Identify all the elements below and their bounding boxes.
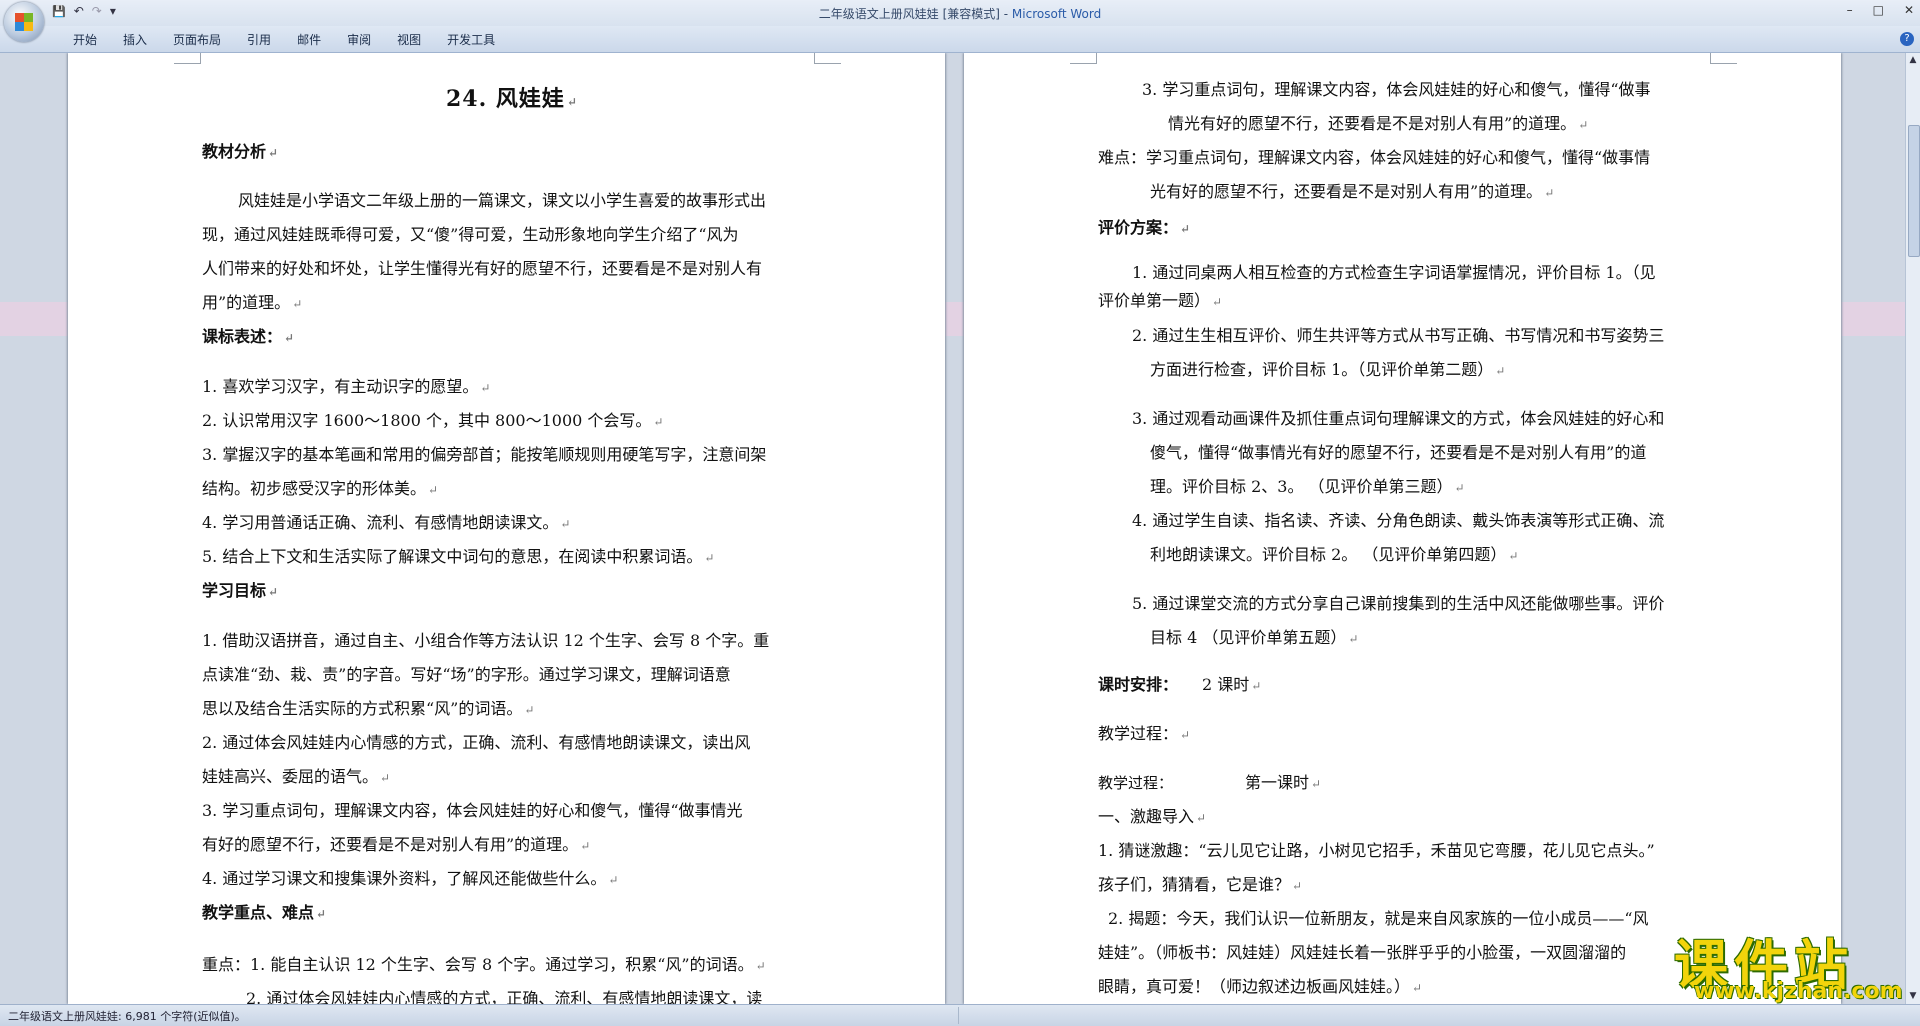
body-line: 5. 结合上下文和生活实际了解课文中词句的意思，在阅读中积累词语。 ↵ bbox=[202, 547, 715, 566]
body-line: 教学过程： bbox=[1098, 774, 1174, 792]
heading-line: 评价方案： ↵ bbox=[1098, 218, 1191, 237]
body-line: 4. 学习用普通话正确、流利、有感情地朗读课文。 ↵ bbox=[202, 513, 571, 532]
body-line: 有好的愿望不行，还要看是不是对别人有用”的道理。 ↵ bbox=[202, 835, 591, 854]
office-logo-icon bbox=[15, 13, 33, 31]
body-line: 孩子们，猜猜看，它是谁？ ↵ bbox=[1098, 875, 1303, 894]
tab-developer[interactable]: 开发工具 bbox=[434, 31, 508, 49]
body-line: 1. 喜欢学习汉字，有主动识字的愿望。 ↵ bbox=[202, 377, 491, 396]
body-line: 重点：1. 能自主认识 12 个生字、会写 8 个字。通过学习，积累“风”的词语… bbox=[202, 955, 766, 974]
body-line: 2. 通过体会风娃娃内心情感的方式，正确、流利、有感情地朗读课文，读出风 bbox=[202, 733, 751, 752]
title-bar: 💾 ↶ ↷ ▾ 二年级语文上册风娃娃 [兼容模式] - Microsoft Wo… bbox=[0, 0, 1920, 26]
body-line: 情光有好的愿望不行，还要看是不是对别人有用”的道理。 ↵ bbox=[1168, 114, 1589, 133]
document-page-2[interactable]: 3. 学习重点词句，理解课文内容，体会风娃娃的好心和傻气，懂得“做事 情光有好的… bbox=[964, 53, 1841, 1004]
status-text: 二年级语文上册风娃娃: 6,981 个字符(近似值)。 bbox=[8, 1010, 246, 1023]
body-line: 点读准“劲、栽、责”的字音。写好“场”的字形。通过学习课文，理解词语意 bbox=[202, 665, 731, 684]
body-line: 2 课时 ↵ bbox=[1202, 675, 1262, 694]
body-line: 2. 认识常用汉字 1600～1800 个，其中 800～1000 个会写。 ↵ bbox=[202, 411, 664, 430]
body-line: 第一课时 ↵ bbox=[1245, 773, 1322, 792]
body-line: 思以及结合生活实际的方式积累“风”的词语。 ↵ bbox=[202, 699, 535, 718]
help-icon[interactable]: ? bbox=[1900, 32, 1914, 46]
body-line: 现，通过风娃娃既乖得可爱，又“傻”得可爱，生动形象地向学生介绍了“风为 bbox=[202, 225, 739, 244]
tab-review[interactable]: 审阅 bbox=[334, 31, 384, 49]
window-title: 二年级语文上册风娃娃 [兼容模式] - Microsoft Word bbox=[0, 5, 1920, 22]
tab-view[interactable]: 视图 bbox=[384, 31, 434, 49]
page-title: 24. 风娃娃 ↵ bbox=[446, 86, 578, 112]
heading-line: 教材分析 ↵ bbox=[202, 142, 279, 161]
document-title: 二年级语文上册风娃娃 [兼容模式] - bbox=[818, 7, 1012, 21]
body-line: 2. 揭题：今天，我们认识一位新朋友，就是来自风家族的一位小成员——“风 bbox=[1108, 909, 1649, 928]
margin-corner-mark bbox=[814, 53, 841, 64]
body-line: 5. 通过课堂交流的方式分享自己课前搜集到的生活中风还能做哪些事。评价 bbox=[1132, 594, 1665, 613]
body-line: 教学过程： ↵ bbox=[1098, 724, 1191, 743]
body-line: 一、激趣导入 ↵ bbox=[1098, 807, 1207, 826]
margin-corner-mark bbox=[1710, 53, 1737, 64]
body-line: 理。评价目标 2、3。 （见评价单第三题） ↵ bbox=[1150, 477, 1465, 496]
window-controls: – □ ✕ bbox=[1847, 3, 1914, 17]
body-line: 评价单第一题） ↵ bbox=[1098, 291, 1223, 310]
body-line: 2. 通过生生相互评价、师生共评等方式从书写正确、书写情况和书写姿势三 bbox=[1132, 326, 1665, 345]
heading-line: 教学重点、难点 ↵ bbox=[202, 903, 327, 922]
heading-line: 课时安排： bbox=[1098, 675, 1179, 694]
body-line: 3. 学习重点词句，理解课文内容，体会风娃娃的好心和傻气，懂得“做事 bbox=[1142, 80, 1651, 99]
status-bar: 二年级语文上册风娃娃: 6,981 个字符(近似值)。 bbox=[0, 1004, 1920, 1026]
margin-corner-mark bbox=[1070, 53, 1097, 64]
body-line: 3. 掌握汉字的基本笔画和常用的偏旁部首；能按笔顺规则用硬笔写字，注意间架 bbox=[202, 445, 767, 464]
body-line: 4. 通过学生自读、指名读、齐读、分角色朗读、戴头饰表演等形式正确、流 bbox=[1132, 511, 1665, 530]
ribbon-tabs: 开始 插入 页面布局 引用 邮件 审阅 视图 开发工具 bbox=[60, 31, 508, 49]
body-line: 娃娃”。（师板书：风娃娃）风娃娃长着一张胖乎乎的小脸蛋，一双圆溜溜的 bbox=[1098, 943, 1627, 962]
body-line: 4. 通过学习课文和搜集课外资料，了解风还能做些什么。 ↵ bbox=[202, 869, 619, 888]
body-line: 人们带来的好处和坏处，让学生懂得光有好的愿望不行，还要看是不是对别人有 bbox=[202, 259, 763, 278]
body-line: 娃娃高兴、委屈的语气。 ↵ bbox=[202, 767, 391, 786]
tab-references[interactable]: 引用 bbox=[234, 31, 284, 49]
heading-line: 课标表述： ↵ bbox=[202, 327, 295, 346]
body-line: 利地朗读课文。评价目标 2。 （见评价单第四题） ↵ bbox=[1150, 545, 1519, 564]
body-line: 3. 通过观看动画课件及抓住重点词句理解课文的方式，体会风娃娃的好心和 bbox=[1132, 409, 1665, 428]
maximize-button[interactable]: □ bbox=[1873, 3, 1884, 17]
status-divider bbox=[958, 1007, 959, 1024]
tab-mailings[interactable]: 邮件 bbox=[284, 31, 334, 49]
body-line: 傻气，懂得“做事情光有好的愿望不行，还要看是不是对别人有用”的道 bbox=[1150, 443, 1647, 462]
scroll-up-icon[interactable]: ▲ bbox=[1906, 55, 1920, 67]
body-line: 1. 猜谜激趣：“云儿见它让路，小树见它招手，禾苗见它弯腰，花儿见它点头。” bbox=[1098, 841, 1655, 860]
watermark-logo: 课件站 www.kjzhan.com bbox=[1668, 921, 1908, 1011]
document-page-1[interactable]: 24. 风娃娃 ↵ 教材分析 ↵ 风娃娃是小学语文二年级上册的一篇课文，课文以小学生… bbox=[68, 53, 945, 1004]
body-line: 光有好的愿望不行，还要看是不是对别人有用”的道理。 ↵ bbox=[1150, 182, 1555, 201]
margin-corner-mark bbox=[174, 53, 201, 64]
body-line: 风娃娃是小学语文二年级上册的一篇课文，课文以小学生喜爱的故事形式出 bbox=[238, 191, 767, 210]
document-workspace: 24. 风娃娃 ↵ 教材分析 ↵ 风娃娃是小学语文二年级上册的一篇课文，课文以小学生… bbox=[0, 53, 1906, 1004]
heading-line: 学习目标 ↵ bbox=[202, 581, 279, 600]
body-line: 3. 学习重点词句，理解课文内容，体会风娃娃的好心和傻气，懂得“做事情光 bbox=[202, 801, 743, 820]
body-line: 方面进行检查，评价目标 1。（见评价单第二题） ↵ bbox=[1150, 360, 1506, 379]
tab-home[interactable]: 开始 bbox=[60, 31, 110, 49]
tab-page-layout[interactable]: 页面布局 bbox=[160, 31, 234, 49]
vertical-scrollbar[interactable]: ▲ ▼ bbox=[1905, 53, 1920, 1004]
watermark-url: www.kjzhan.com bbox=[1694, 979, 1903, 1004]
ribbon: 开始 插入 页面布局 引用 邮件 审阅 视图 开发工具 ? bbox=[0, 26, 1920, 53]
minimize-button[interactable]: – bbox=[1847, 3, 1853, 17]
scroll-down-icon[interactable]: ▼ bbox=[1906, 991, 1920, 1003]
close-button[interactable]: ✕ bbox=[1904, 3, 1914, 17]
body-line: 难点：学习重点词句，理解课文内容，体会风娃娃的好心和傻气，懂得“做事情 bbox=[1098, 148, 1651, 167]
office-button[interactable] bbox=[4, 2, 44, 42]
app-name: Microsoft Word bbox=[1011, 7, 1102, 21]
body-line: 眼睛，真可爱！（师边叙述边板画风娃娃。） ↵ bbox=[1098, 977, 1423, 996]
body-line: 2. 通过体会风娃娃内心情感的方式，正确、流利、有感情地朗读课文，读 bbox=[246, 989, 763, 1004]
scrollbar-thumb[interactable] bbox=[1908, 125, 1920, 257]
body-line: 1. 借助汉语拼音，通过自主、小组合作等方法认识 12 个生字、会写 8 个字。… bbox=[202, 631, 770, 650]
body-line: 目标 4 （见评价单第五题） ↵ bbox=[1150, 628, 1359, 647]
body-line: 结构。初步感受汉字的形体美。 ↵ bbox=[202, 479, 439, 498]
tab-insert[interactable]: 插入 bbox=[110, 31, 160, 49]
body-line: 用”的道理。 ↵ bbox=[202, 293, 303, 312]
